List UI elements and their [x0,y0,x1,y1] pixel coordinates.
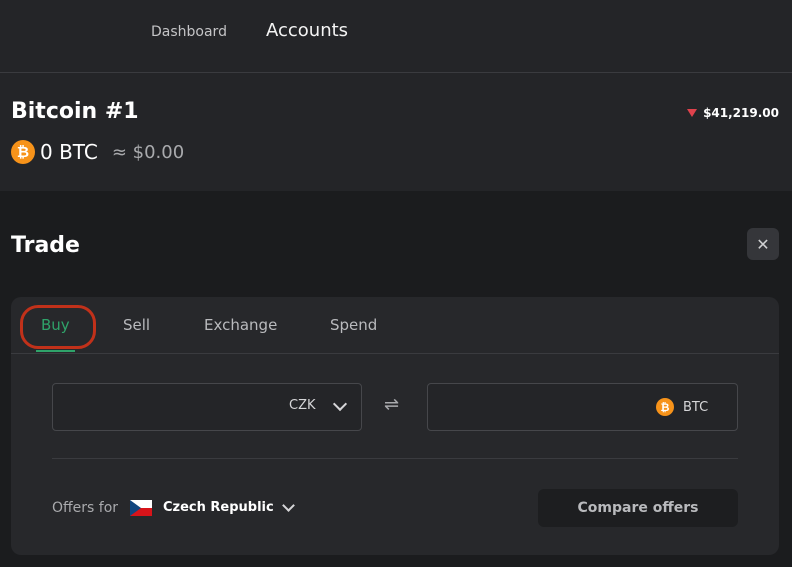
form-divider [52,458,738,459]
close-button[interactable]: ✕ [747,228,779,260]
nav-dashboard-link[interactable]: Dashboard [151,24,227,40]
btc-balance: 0 BTC [40,140,98,164]
czech-flag-icon[interactable] [130,500,152,516]
account-header [0,73,792,191]
tab-sell[interactable]: Sell [123,316,150,334]
trade-title: Trade [11,233,80,258]
swap-icon[interactable]: ⇌ [384,394,399,415]
price-down-icon [687,109,698,117]
top-nav [0,0,792,72]
tab-exchange[interactable]: Exchange [204,316,277,334]
bitcoin-icon: ₿ [11,140,35,164]
tab-spend[interactable]: Spend [330,316,377,334]
active-tab-underline [36,350,75,352]
price-ticker: $41,219.00 [687,106,779,120]
tab-buy[interactable]: Buy [41,316,70,334]
account-name: Bitcoin #1 [11,99,139,124]
fiat-balance: ≈ $0.00 [111,141,185,163]
btc-price: $41,219.00 [703,106,779,120]
crypto-currency-label: BTC [683,399,709,415]
close-icon: ✕ [756,234,770,254]
crypto-currency: ₿ BTC [656,398,708,416]
bitcoin-icon: ₿ [656,398,674,416]
nav-accounts-link[interactable]: Accounts [266,20,348,41]
country-select[interactable]: Czech Republic [163,500,274,515]
tabs-divider [11,353,779,354]
offers-for-label: Offers for [52,500,119,516]
compare-offers-button[interactable]: Compare offers [538,489,738,527]
balance-row: ₿ 0 BTC ≈ $0.00 [11,140,184,164]
fiat-currency-select[interactable]: CZK [289,398,316,413]
